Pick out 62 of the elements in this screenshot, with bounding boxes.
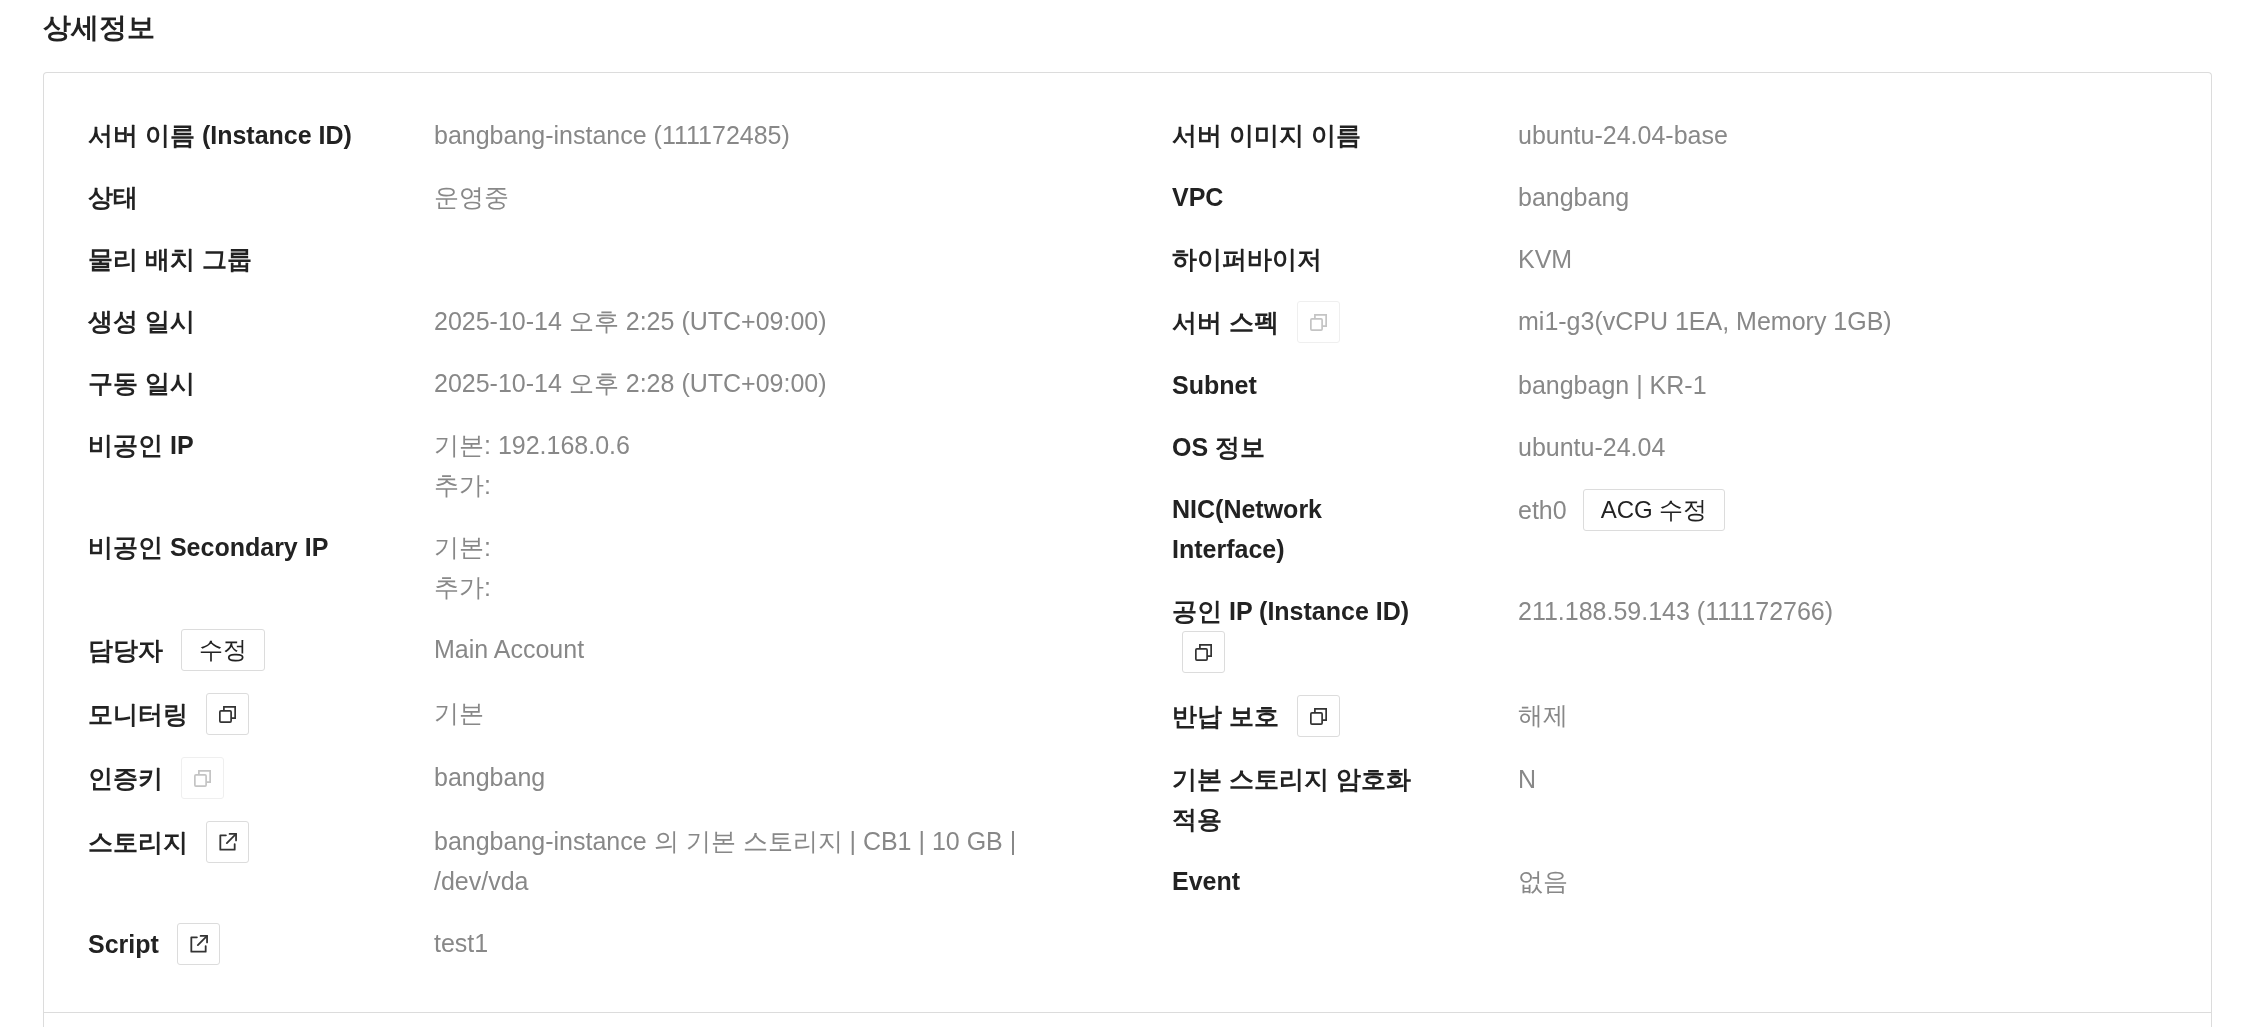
field-value: bangbang-instance (111172485): [434, 120, 791, 151]
external-link-button[interactable]: [176, 923, 220, 965]
field-label: 기본 스토리지 암호화 적용: [1172, 764, 1412, 835]
field-label: 서버 이미지 이름: [1172, 120, 1361, 151]
field-value: 2025-10-14 오후 2:28 (UTC+09:00): [434, 368, 828, 399]
field-value: 해제: [1518, 700, 1569, 731]
field-value: 추가:: [434, 572, 492, 603]
field-value: 추가:: [434, 470, 492, 501]
edit-button[interactable]: 수정: [181, 629, 265, 671]
field-label: 담당자: [88, 635, 163, 666]
field-value: 기본: 192.168.0.6: [434, 430, 631, 461]
field-label: 생성 일시: [88, 306, 195, 337]
field-label: VPC: [1172, 182, 1224, 213]
field-label: 모니터링: [88, 699, 188, 730]
field-value: bangbagn | KR-1: [1518, 370, 1708, 401]
field-label: NIC(Network Interface): [1172, 494, 1323, 565]
field-label: 비공인 IP: [88, 430, 194, 461]
field-label: Subnet: [1172, 370, 1257, 401]
field-value: bangbang-instance 의 기본 스토리지 | CB1 | 10 GB | /dev/vda: [434, 826, 1018, 897]
field-value: eth0: [1518, 495, 1567, 526]
field-value: ubuntu-24.04-base: [1518, 120, 1729, 151]
field-value: 없음: [1518, 866, 1569, 897]
copy-icon: [194, 769, 211, 787]
field-value: 211.188.59.143 (111172766): [1518, 596, 1835, 627]
field-value: ubuntu-24.04: [1518, 432, 1667, 463]
field-value: bangbang: [1518, 182, 1631, 213]
copy-icon: [219, 705, 236, 723]
copy-icon: [1309, 313, 1327, 331]
field-label: 서버 스펙: [1172, 307, 1279, 338]
field-label: 인증키: [88, 763, 163, 794]
field-label: 서버 이름 (Instance ID): [88, 120, 352, 151]
field-value: bangbang: [434, 762, 547, 793]
external-link-icon: [218, 832, 237, 852]
field-value: 운영중: [434, 182, 510, 213]
field-label: 상태: [88, 182, 138, 213]
field-label: Event: [1172, 866, 1241, 897]
field-label: 스토리지: [88, 827, 188, 858]
section-title: 상세정보: [43, 11, 156, 45]
field-label: 비공인 Secondary IP: [88, 532, 329, 563]
field-value: test1: [434, 928, 490, 959]
field-label: 구동 일시: [88, 368, 195, 399]
field-label: 물리 배치 그룹: [88, 244, 252, 275]
field-value: N: [1518, 764, 1538, 795]
copy-button[interactable]: [1182, 631, 1225, 673]
field-label: Script: [88, 929, 159, 960]
field-label: 반납 보호: [1172, 701, 1279, 732]
field-value: KVM: [1518, 244, 1574, 275]
copy-icon: [1195, 643, 1212, 661]
field-value: 2025-10-14 오후 2:25 (UTC+09:00): [434, 306, 828, 337]
copy-icon: [1309, 707, 1327, 725]
external-link-icon: [188, 934, 208, 954]
copy-button[interactable]: [206, 693, 249, 735]
copy-button[interactable]: [1296, 695, 1340, 737]
field-label: 공인 IP (Instance ID): [1172, 596, 1410, 627]
field-value: mi1-g3(vCPU 1EA, Memory 1GB): [1518, 306, 1893, 337]
external-link-button[interactable]: [206, 821, 249, 863]
field-label: 하이퍼바이저: [1172, 244, 1322, 275]
field-value: 기본:: [434, 532, 492, 563]
edit-button[interactable]: ACG 수정: [1582, 489, 1726, 531]
field-value: Main Account: [434, 634, 586, 665]
field-label: OS 정보: [1172, 432, 1266, 463]
field-value: 기본: [434, 698, 485, 729]
